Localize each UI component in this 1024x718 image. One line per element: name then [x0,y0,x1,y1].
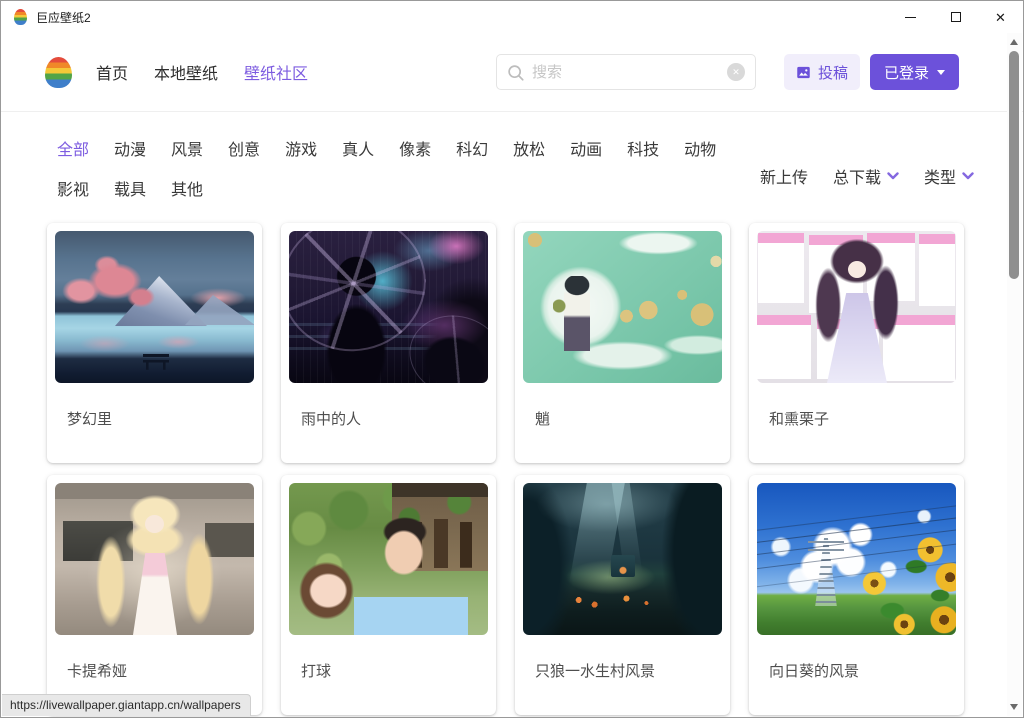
search-box: ✕ [496,54,756,90]
category-vehicle[interactable]: 载具 [114,181,146,201]
art-shape [59,255,159,317]
scrollbar-down-icon[interactable] [1010,704,1018,710]
scrollbar-thumb[interactable] [1009,51,1019,279]
maximize-button[interactable] [933,1,978,33]
account-button-label: 已登录 [884,62,929,83]
wallpaper-card[interactable]: 和熏栗子 [749,223,964,463]
sort-type[interactable]: 类型 [924,164,974,188]
category-anime[interactable]: 动漫 [114,141,146,161]
sort-type-label: 类型 [924,164,956,188]
wallpaper-card[interactable]: 雨中的人 [281,223,496,463]
art-shape [145,515,164,533]
wallpaper-title: 打球 [301,660,488,681]
upload-image-icon [796,65,811,80]
category-relax[interactable]: 放松 [513,141,545,161]
art-shape [848,261,866,278]
nav-header: 首页 本地壁纸 壁纸社区 ✕ 投稿 已登录 [1,33,1023,112]
wallpaper-thumbnail [757,231,956,383]
wallpaper-card[interactable]: 卡提希娅 [47,475,262,715]
category-pixel[interactable]: 像素 [399,141,431,161]
category-scenery[interactable]: 风景 [171,141,203,161]
wallpaper-title: 只狼一水生村风景 [535,660,722,681]
art-shape [757,515,956,544]
wallpaper-title: 雨中的人 [301,408,488,429]
window-controls: ✕ [888,1,1023,33]
chevron-down-icon [887,172,899,180]
nav-item-wallpaper-community[interactable]: 壁纸社区 [244,60,308,84]
chevron-down-icon [962,172,974,180]
category-film[interactable]: 影视 [57,181,89,201]
submit-button[interactable]: 投稿 [784,54,860,90]
search-icon [507,64,524,81]
art-shape [351,511,471,635]
wallpaper-card[interactable]: 梦幻里 [47,223,262,463]
wallpaper-grid: 梦幻里 雨中的人 魈 和熏栗子 [1,200,1023,715]
category-list: 全部 动漫 风景 创意 游戏 真人 像素 科幻 放松 动画 科技 动物 影视 载… [57,141,747,201]
category-game[interactable]: 游戏 [285,141,317,161]
wallpaper-card[interactable]: 向日葵的风景 [749,475,964,715]
art-shape [185,295,254,325]
wallpaper-card[interactable]: 魈 [515,223,730,463]
wallpaper-thumbnail [523,231,722,383]
scrollbar-up-icon[interactable] [1010,39,1018,45]
filter-bar: 全部 动漫 风景 创意 游戏 真人 像素 科幻 放松 动画 科技 动物 影视 载… [1,112,1023,200]
sort-new-upload[interactable]: 新上传 [760,164,808,188]
sort-total-download[interactable]: 总下载 [833,164,899,188]
category-all[interactable]: 全部 [57,141,89,161]
wallpaper-thumbnail [289,231,488,383]
titlebar: 巨应壁纸2 ✕ [1,1,1023,33]
brand-logo-icon [45,57,72,88]
category-other[interactable]: 其他 [171,181,203,201]
chevron-down-icon [937,70,945,75]
account-button[interactable]: 已登录 [870,54,959,90]
wallpaper-thumbnail [289,483,488,635]
status-url: https://livewallpaper.giantapp.cn/wallpa… [2,694,251,716]
close-button[interactable]: ✕ [978,1,1023,33]
wallpaper-card[interactable]: 打球 [281,475,496,715]
clear-search-icon[interactable]: ✕ [727,63,745,81]
scrollbar[interactable] [1007,33,1022,716]
wallpaper-thumbnail [55,483,254,635]
wallpaper-thumbnail [523,483,722,635]
category-animation[interactable]: 动画 [570,141,602,161]
submit-button-label: 投稿 [818,62,848,83]
category-real-person[interactable]: 真人 [342,141,374,161]
search-input[interactable] [532,64,719,81]
wallpaper-title: 卡提希娅 [67,660,254,681]
category-animal[interactable]: 动物 [684,141,716,161]
wallpaper-title: 梦幻里 [67,408,254,429]
sort-total-download-label: 总下载 [833,164,881,188]
close-icon: ✕ [995,11,1006,24]
minimize-icon [905,17,916,18]
art-shape [611,555,635,577]
wallpaper-thumbnail [757,483,956,635]
category-tech[interactable]: 科技 [627,141,659,161]
art-shape [808,541,844,543]
wallpaper-title: 魈 [535,408,722,429]
app-logo-icon [14,9,27,25]
wallpaper-title: 和熏栗子 [769,408,956,429]
minimize-button[interactable] [888,1,933,33]
art-shape [143,353,169,370]
art-shape [553,276,601,351]
window-title: 巨应壁纸2 [36,9,91,26]
wallpaper-thumbnail [55,231,254,383]
main-content: 首页 本地壁纸 壁纸社区 ✕ 投稿 已登录 全部 动漫 风景 [1,33,1023,718]
sort-options: 新上传 总下载 类型 [760,164,974,188]
wallpaper-card[interactable]: 只狼一水生村风景 [515,475,730,715]
category-creative[interactable]: 创意 [228,141,260,161]
maximize-icon [951,12,961,22]
primary-nav: 首页 本地壁纸 壁纸社区 [96,60,308,84]
wallpaper-title: 向日葵的风景 [769,660,956,681]
nav-item-local-wallpapers[interactable]: 本地壁纸 [154,60,218,84]
nav-item-home[interactable]: 首页 [96,60,128,84]
category-scifi[interactable]: 科幻 [456,141,488,161]
art-shape [814,538,838,606]
app-window: 巨应壁纸2 ✕ 首页 本地壁纸 壁纸社区 ✕ 投稿 [0,0,1024,718]
sort-new-upload-label: 新上传 [760,164,808,188]
